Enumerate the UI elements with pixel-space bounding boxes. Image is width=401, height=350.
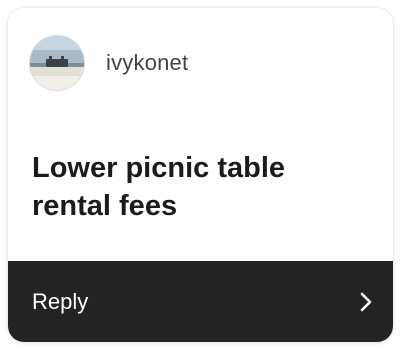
reply-label: Reply [32, 288, 89, 314]
question-card: ivykonet Lower picnic table rental fees … [8, 8, 393, 342]
question-author: ivykonet [30, 32, 188, 94]
avatar[interactable] [30, 36, 84, 90]
reply-button[interactable]: Reply [8, 261, 393, 342]
avatar-photo-icon [30, 36, 84, 90]
question-text: Lower picnic table rental fees [32, 152, 285, 222]
chevron-right-icon [360, 292, 372, 311]
author-username[interactable]: ivykonet [106, 50, 188, 76]
